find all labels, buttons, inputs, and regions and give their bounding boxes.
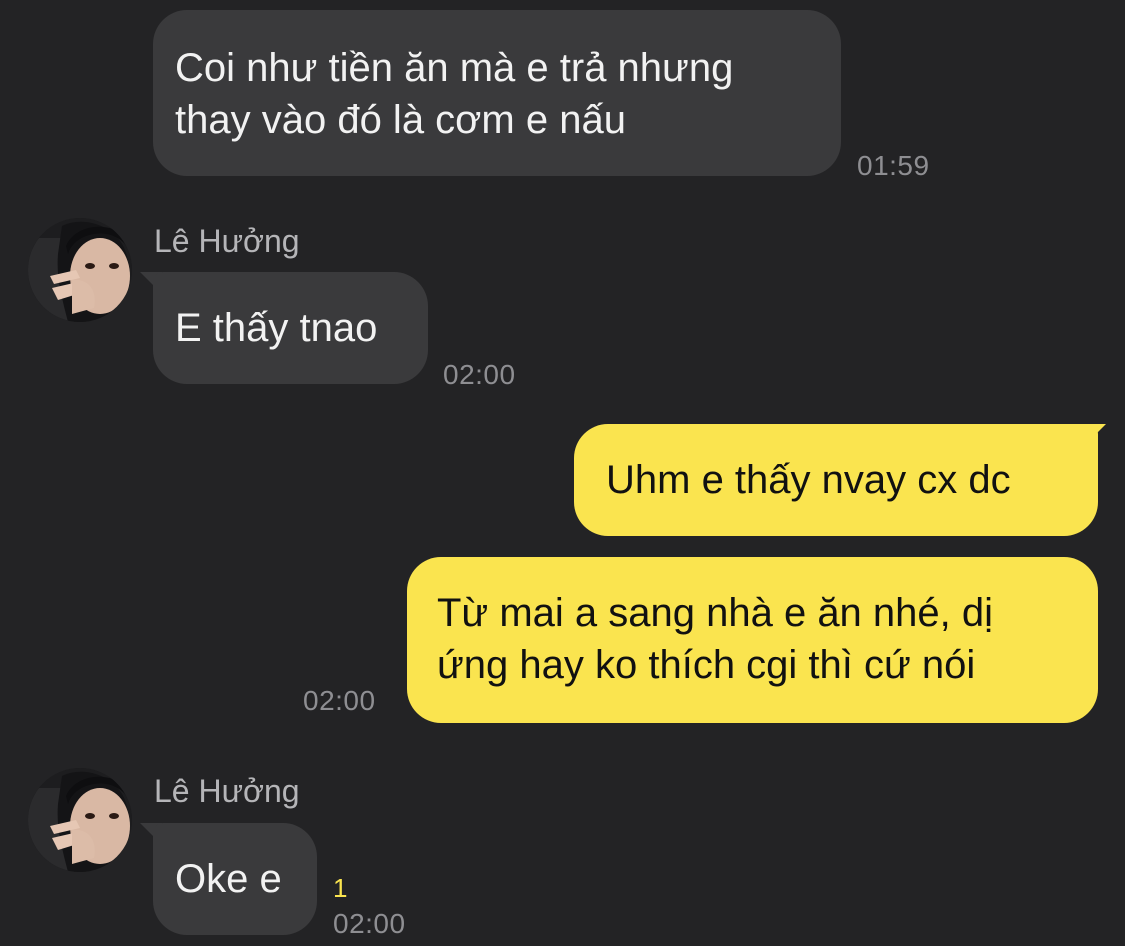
bubble-tail-outgoing — [1084, 424, 1106, 446]
message-text-line: Oke e — [175, 857, 282, 901]
message-bubble-incoming[interactable]: E thấy tnao — [153, 272, 428, 384]
contact-avatar[interactable] — [28, 218, 132, 322]
message-bubble-incoming[interactable]: Coi như tiền ăn mà e trả nhưng thay vào … — [153, 10, 841, 176]
unread-count-badge: 1 — [333, 873, 348, 903]
message-text-line: thay vào đó là cơm e nấu — [175, 98, 626, 142]
message-timestamp: 01:59 — [857, 150, 930, 181]
avatar-photo-icon — [28, 218, 132, 322]
contact-avatar[interactable] — [28, 768, 132, 872]
chat-message-list[interactable]: Coi như tiền ăn mà e trả nhưng thay vào … — [0, 0, 1125, 946]
message-bubble-outgoing[interactable]: Uhm e thấy nvay cx dc — [574, 424, 1098, 536]
sender-name: Lê Hưởng — [154, 773, 300, 809]
message-text-line: Từ mai a sang nhà e ăn nhé, dị — [437, 591, 994, 635]
message-bubble-incoming[interactable]: Oke e — [153, 823, 317, 935]
message-text-line: E thấy tnao — [175, 306, 378, 350]
message-bubble-outgoing[interactable]: Từ mai a sang nhà e ăn nhé, dị ứng hay k… — [407, 557, 1098, 723]
message-text-line: Coi như tiền ăn mà e trả nhưng — [175, 46, 734, 90]
message-timestamp: 02:00 — [333, 908, 406, 939]
sender-name: Lê Hưởng — [154, 223, 300, 259]
message-timestamp: 02:00 — [443, 359, 516, 390]
message-text-line: ứng hay ko thích cgi thì cứ nói — [437, 643, 976, 687]
avatar-photo-icon — [28, 768, 132, 872]
message-text-line: Uhm e thấy nvay cx dc — [606, 458, 1011, 502]
message-timestamp: 02:00 — [303, 685, 376, 716]
